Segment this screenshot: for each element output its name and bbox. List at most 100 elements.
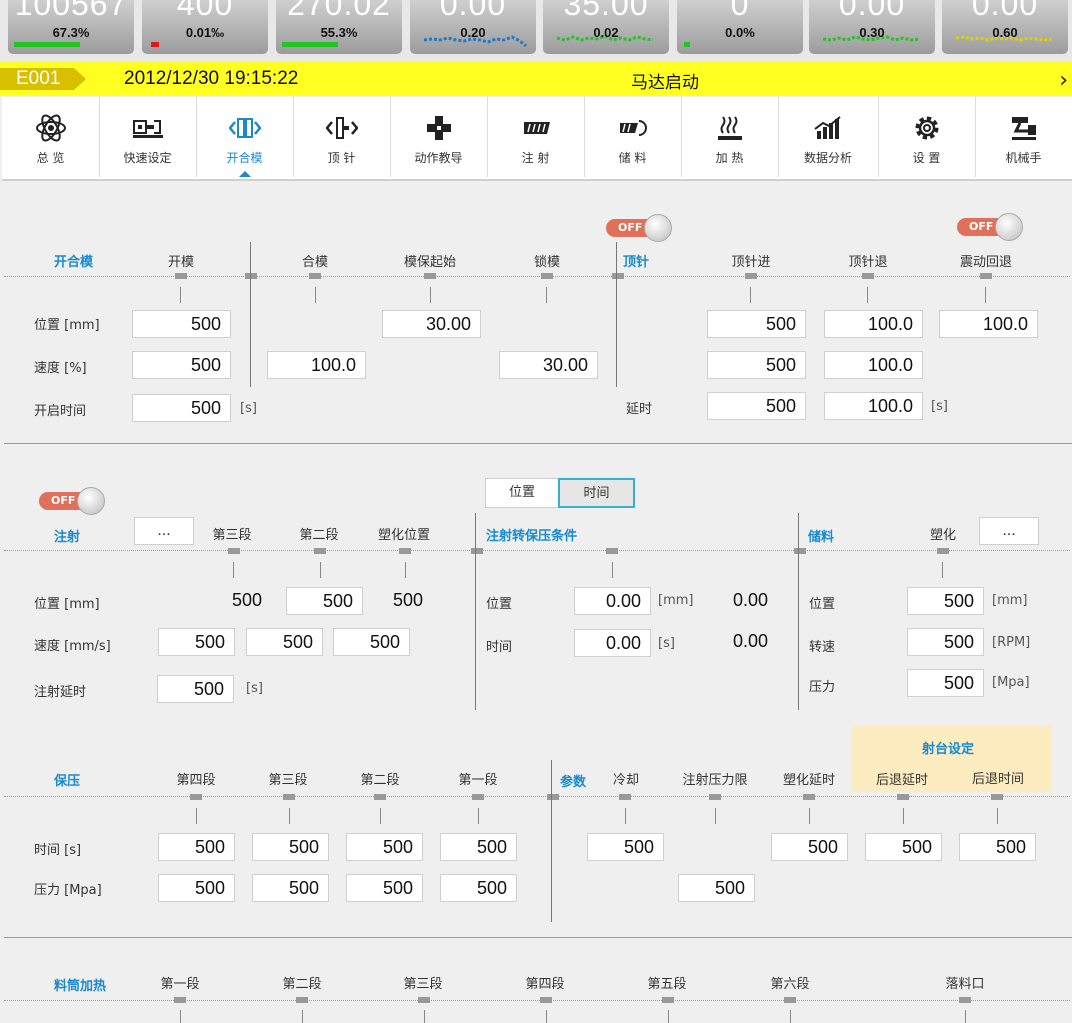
stat-card-cycle[interactable]: 270.02 55.3% [276, 0, 402, 54]
nav-label: 设 置 [912, 151, 941, 165]
ejector-toggle[interactable]: OFF [606, 214, 674, 242]
hold-pressure-stage1-input[interactable]: 500 [440, 874, 517, 902]
stat-sub-value: 0.02 [593, 25, 619, 40]
switch-section-title: 注射转保压条件 [486, 529, 578, 544]
hold-pressure-stage4-input[interactable]: 500 [158, 874, 235, 902]
hold-pressure-stage2-input[interactable]: 500 [346, 874, 423, 902]
ejector-back-position-input[interactable]: 100.0 [824, 310, 923, 338]
barrel-header-stage3: 第三段 [403, 977, 443, 992]
nav-ejector[interactable]: 顶 针 [293, 97, 391, 177]
vibration-toggle[interactable]: OFF [957, 213, 1025, 241]
barrel-header-stage2: 第二段 [282, 977, 322, 992]
axis-marker [175, 273, 187, 279]
nav-mold[interactable]: 开合模 [196, 97, 294, 177]
section-separator [4, 937, 1072, 938]
axis-marker [745, 273, 757, 279]
params-header-cooling: 冷却 [612, 773, 639, 788]
ejector-back-delay-input[interactable]: 100.0 [824, 392, 923, 420]
stat-card-sparkline-2[interactable]: 35.00 0.02 [543, 0, 669, 54]
open-speed-input[interactable]: 500 [132, 351, 231, 379]
unit-rpm: [RPM] [992, 635, 1031, 650]
hold-time-stage2-input[interactable]: 500 [346, 833, 423, 861]
nav-quick-setup[interactable]: 快速设定 [99, 97, 197, 177]
stat-value: 35.00 [563, 0, 649, 22]
chevron-right-icon[interactable]: › [1059, 68, 1068, 93]
nav-data-analysis[interactable]: 数据分析 [778, 97, 879, 177]
axis-tick [478, 808, 479, 824]
ejector-forward-position-input[interactable]: 500 [707, 310, 806, 338]
barrel-header-stage5: 第五段 [647, 977, 687, 992]
injection-speed-1-input[interactable]: 500 [158, 628, 235, 656]
tab-position[interactable]: 位置 [485, 478, 559, 508]
ejector-forward-speed-input[interactable]: 500 [707, 351, 806, 379]
hold-time-stage1-input[interactable]: 500 [440, 833, 517, 861]
axis-marker [959, 997, 971, 1003]
nav-label: 总 览 [36, 151, 65, 165]
nav-teach[interactable]: 动作教导 [390, 97, 488, 177]
stat-card-sparkline-4[interactable]: 0.00 0.60 [942, 0, 1068, 54]
column-separator [551, 760, 552, 922]
axis-marker [937, 548, 949, 554]
nav-heating[interactable]: 加 热 [681, 97, 779, 177]
mold-header-close: 合模 [301, 255, 328, 270]
protect-position-input[interactable]: 30.00 [382, 310, 481, 338]
switch-position-input[interactable]: 0.00 [574, 587, 651, 615]
nav-robot[interactable]: 机械手 [975, 97, 1072, 177]
switch-time-input[interactable]: 0.00 [574, 629, 651, 657]
hold-time-stage3-input[interactable]: 500 [252, 833, 329, 861]
stat-card-reject[interactable]: 400 0.01‰ [142, 0, 268, 54]
injection-speed-3-input[interactable]: 500 [333, 628, 410, 656]
vibration-position-input[interactable]: 100.0 [939, 310, 1038, 338]
tab-time[interactable]: 时间 [558, 478, 635, 508]
machine-icon [132, 120, 163, 138]
injection-stage2-position-input[interactable]: 500 [286, 587, 363, 615]
lock-speed-input[interactable]: 30.00 [499, 351, 598, 379]
stat-card-rate[interactable]: 0 0.0% [677, 0, 803, 54]
hold-time-stage4-input[interactable]: 500 [158, 833, 235, 861]
cooling-time-input[interactable]: 500 [587, 833, 664, 861]
axis-marker [374, 794, 386, 800]
close-speed-input[interactable]: 100.0 [267, 351, 366, 379]
stat-card-sparkline-1[interactable]: 0.00 0.20 [410, 0, 536, 54]
toggle-state: OFF [969, 220, 994, 233]
injection-delay-input[interactable]: 500 [157, 675, 234, 703]
unit-mm: [mm] [992, 593, 1028, 608]
stat-sub-value: 67.3% [52, 25, 90, 40]
retreat-delay-input[interactable]: 500 [865, 833, 942, 861]
injection-speed-2-input[interactable]: 500 [246, 628, 323, 656]
injection-header-stage3: 第三段 [212, 528, 252, 543]
stat-value: 270.02 [287, 0, 391, 22]
charge-more-button[interactable]: ... [979, 517, 1039, 545]
ejector-back-speed-input[interactable]: 100.0 [824, 351, 923, 379]
nav-settings[interactable]: 设 置 [878, 97, 976, 177]
stat-value: 0.00 [439, 0, 507, 22]
charge-position-input[interactable]: 500 [907, 587, 984, 615]
nav-injection[interactable]: 注 射 [487, 97, 585, 177]
retreat-time-input[interactable]: 500 [959, 833, 1036, 861]
nav-overview[interactable]: 总 览 [2, 97, 100, 177]
open-time-input[interactable]: 500 [132, 394, 231, 422]
hold-pressure-stage3-input[interactable]: 500 [252, 874, 329, 902]
nav-charge[interactable]: 储 料 [584, 97, 682, 177]
stat-card-sparkline-3[interactable]: 0.00 0.30 [809, 0, 935, 54]
plast-delay-input[interactable]: 500 [771, 833, 848, 861]
axis-tick [942, 562, 943, 578]
charge-position-label: 位置 [809, 597, 836, 612]
stat-sub-value: 0.0% [725, 25, 755, 40]
charge-rpm-input[interactable]: 500 [907, 628, 984, 656]
column-separator [616, 242, 617, 387]
open-position-input[interactable]: 500 [132, 310, 231, 338]
toggle-knob [995, 213, 1023, 241]
params-header-pressure-limit: 注射压力限 [682, 773, 748, 788]
stat-card-shot-count[interactable]: 100567 67.3% [8, 0, 134, 54]
injection-more-button[interactable]: ... [134, 517, 194, 545]
charge-pressure-input[interactable]: 500 [907, 669, 984, 697]
injection-toggle[interactable]: OFF [39, 487, 107, 515]
switch-position-actual: 0.00 [732, 590, 768, 610]
jet-header-retreat-time: 后退时间 [971, 772, 1024, 787]
alarm-bar[interactable]: E001 2012/12/30 19:15:22 马达启动 › [0, 62, 1072, 96]
pressure-limit-input[interactable]: 500 [678, 874, 755, 902]
nav-label: 加 热 [715, 151, 744, 165]
charge-icon [619, 120, 647, 136]
ejector-forward-delay-input[interactable]: 500 [707, 392, 806, 420]
